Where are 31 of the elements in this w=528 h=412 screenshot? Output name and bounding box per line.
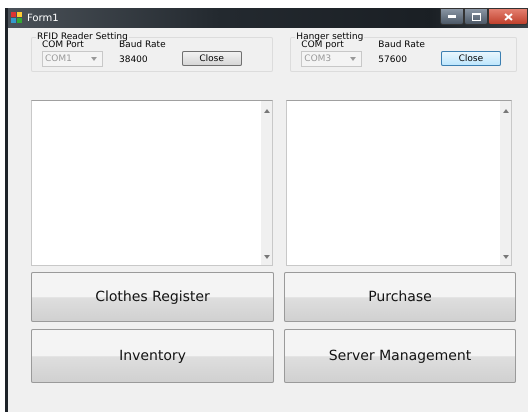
scroll-down-icon: [264, 255, 270, 259]
port-label: COM port: [301, 40, 344, 50]
close-icon: [504, 12, 512, 20]
port-label: COM Port: [42, 40, 85, 50]
caret-icon: [91, 57, 97, 61]
scroll-up-icon: [502, 109, 508, 113]
close-button[interactable]: [488, 8, 528, 25]
baud-value: 57600: [378, 54, 408, 67]
close-port-button[interactable]: Close: [182, 51, 242, 66]
text-area[interactable]: [31, 100, 273, 266]
action-button[interactable]: Purchase: [284, 272, 516, 322]
baud-value: 38400: [119, 54, 149, 67]
group-title: Hanger setting: [295, 32, 364, 42]
baud-label: Baud Rate: [119, 40, 166, 50]
minimize-icon: [448, 15, 456, 18]
minimize-button[interactable]: [440, 8, 464, 25]
close-port-button[interactable]: Close: [440, 51, 501, 66]
scrollbar[interactable]: [261, 101, 272, 265]
app-icon: [11, 12, 23, 24]
window-title: Form1: [27, 12, 59, 24]
maximize-button[interactable]: [464, 8, 488, 25]
scroll-up-icon: [264, 109, 270, 113]
caret-icon: [350, 57, 356, 61]
action-button[interactable]: Inventory: [31, 329, 274, 383]
action-button[interactable]: Clothes Register: [31, 272, 274, 322]
action-button[interactable]: Server Management: [284, 329, 516, 383]
scrollbar[interactable]: [500, 101, 511, 265]
text-area[interactable]: [286, 100, 512, 266]
baud-label: Baud Rate: [378, 40, 425, 50]
maximize-icon: [472, 12, 480, 20]
scroll-down-icon: [502, 255, 508, 259]
